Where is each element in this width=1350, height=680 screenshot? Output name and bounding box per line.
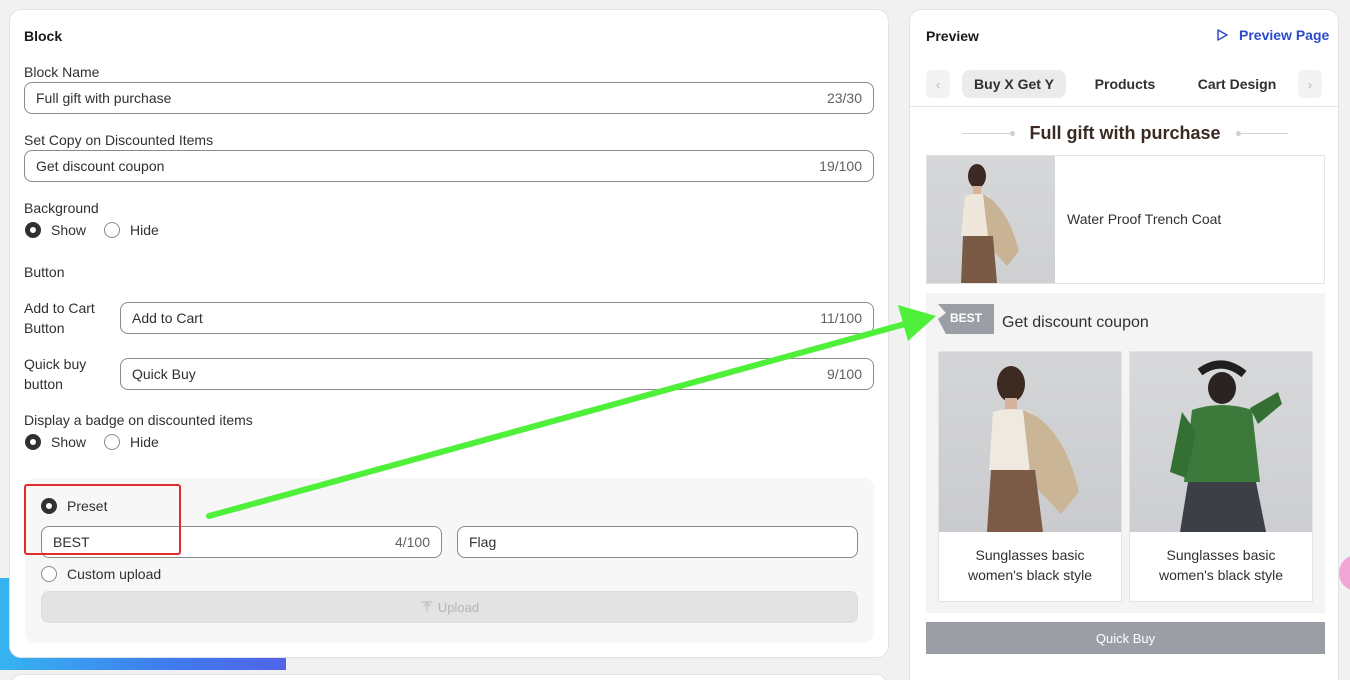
tab-cart-design[interactable]: Cart Design xyxy=(1186,70,1288,98)
preview-page-link[interactable]: Preview Page xyxy=(1215,27,1329,43)
discount-product-name-2b: women's black style xyxy=(1158,567,1284,583)
tabs-prev-arrow[interactable]: ‹ xyxy=(926,70,950,98)
custom-upload-radio[interactable] xyxy=(41,566,57,582)
chevron-right-icon: › xyxy=(1307,76,1313,92)
badge-label: Display a badge on discounted items xyxy=(24,412,253,428)
discount-product-name-1a: Sunglasses basic xyxy=(975,547,1085,563)
quick-buy-label-2: button xyxy=(24,376,63,392)
add-to-cart-label-1: Add to Cart xyxy=(24,300,95,316)
discount-product-name-2a: Sunglasses basic xyxy=(1166,547,1276,563)
preview-quick-buy-button[interactable]: Quick Buy xyxy=(926,622,1325,654)
tab-buy-x-get-y[interactable]: Buy X Get Y xyxy=(962,70,1066,98)
discount-copy-text: Get discount coupon xyxy=(1002,314,1149,331)
copy-input[interactable]: Get discount coupon 19/100 xyxy=(24,150,874,182)
discount-product-image-2 xyxy=(1130,352,1312,532)
button-section-label: Button xyxy=(24,264,65,280)
best-badge-text: BEST xyxy=(950,311,983,325)
block-settings-panel: Block Block Name Full gift with purchase… xyxy=(9,9,889,658)
background-label: Background xyxy=(24,200,99,216)
preset-style-value: Flag xyxy=(469,534,497,550)
badge-show-radio[interactable] xyxy=(25,434,41,450)
block-name-input[interactable]: Full gift with purchase 23/30 xyxy=(24,82,874,114)
copy-label: Set Copy on Discounted Items xyxy=(24,132,214,148)
preset-highlight-annotation xyxy=(24,484,181,555)
badge-hide-radio[interactable] xyxy=(104,434,121,450)
background-hide-radio[interactable] xyxy=(104,222,121,238)
title-line-right xyxy=(1238,133,1288,134)
floating-chat-bubble[interactable] xyxy=(1339,556,1350,590)
chevron-left-icon: ‹ xyxy=(935,76,941,92)
quick-buy-count: 9/100 xyxy=(826,366,862,382)
tab-products[interactable]: Products xyxy=(1078,70,1172,98)
background-show-radio[interactable] xyxy=(25,222,41,238)
discount-product-image-1 xyxy=(939,352,1121,532)
main-product-name: Water Proof Trench Coat xyxy=(1067,211,1222,227)
preset-text-count: 4/100 xyxy=(394,534,430,550)
quick-buy-value: Quick Buy xyxy=(132,366,196,382)
add-to-cart-label-2: Button xyxy=(24,320,65,336)
block-name-value: Full gift with purchase xyxy=(36,90,172,106)
add-to-cart-value: Add to Cart xyxy=(132,310,203,326)
custom-upload-label[interactable]: Custom upload xyxy=(67,566,161,582)
background-hide-label[interactable]: Hide xyxy=(130,222,159,238)
quick-buy-input[interactable]: Quick Buy 9/100 xyxy=(120,358,874,390)
upload-button-label: Upload xyxy=(437,599,480,615)
play-icon xyxy=(1217,29,1228,41)
copy-value: Get discount coupon xyxy=(36,158,165,174)
preview-title: Preview xyxy=(926,28,979,44)
background-show-label[interactable]: Show xyxy=(51,222,86,238)
badge-show-label[interactable]: Show xyxy=(51,434,86,450)
tabs-next-arrow[interactable]: › xyxy=(1298,70,1322,98)
custom-upload-option[interactable]: Custom upload xyxy=(41,566,179,582)
block-name-label: Block Name xyxy=(24,64,100,80)
preview-page-label: Preview Page xyxy=(1239,27,1330,43)
discount-product-name-1b: women's black style xyxy=(967,567,1093,583)
preview-panel: Preview Preview Page ‹ Buy X Get Y Produ… xyxy=(909,9,1339,680)
badge-radio-group: Show Hide xyxy=(25,434,177,450)
background-radio-group: Show Hide xyxy=(25,222,177,238)
add-to-cart-count: 11/100 xyxy=(820,310,862,326)
trench-coat-figure xyxy=(961,164,1019,283)
preset-style-select[interactable]: Flag xyxy=(457,526,858,558)
upload-icon xyxy=(421,601,433,612)
panel-title: Block xyxy=(24,28,63,44)
tabs-divider xyxy=(910,106,1338,107)
block-name-count: 23/30 xyxy=(826,90,862,106)
next-panel-edge xyxy=(10,674,888,680)
badge-hide-label[interactable]: Hide xyxy=(130,434,159,450)
woman-green-jacket-figure xyxy=(1170,360,1282,532)
copy-count: 19/100 xyxy=(819,158,862,174)
woman-trench-figure xyxy=(987,366,1079,532)
add-to-cart-input[interactable]: Add to Cart 11/100 xyxy=(120,302,874,334)
main-product-image xyxy=(927,156,1055,283)
upload-button[interactable]: Upload xyxy=(41,591,858,623)
quick-buy-label-1: Quick buy xyxy=(24,356,87,372)
